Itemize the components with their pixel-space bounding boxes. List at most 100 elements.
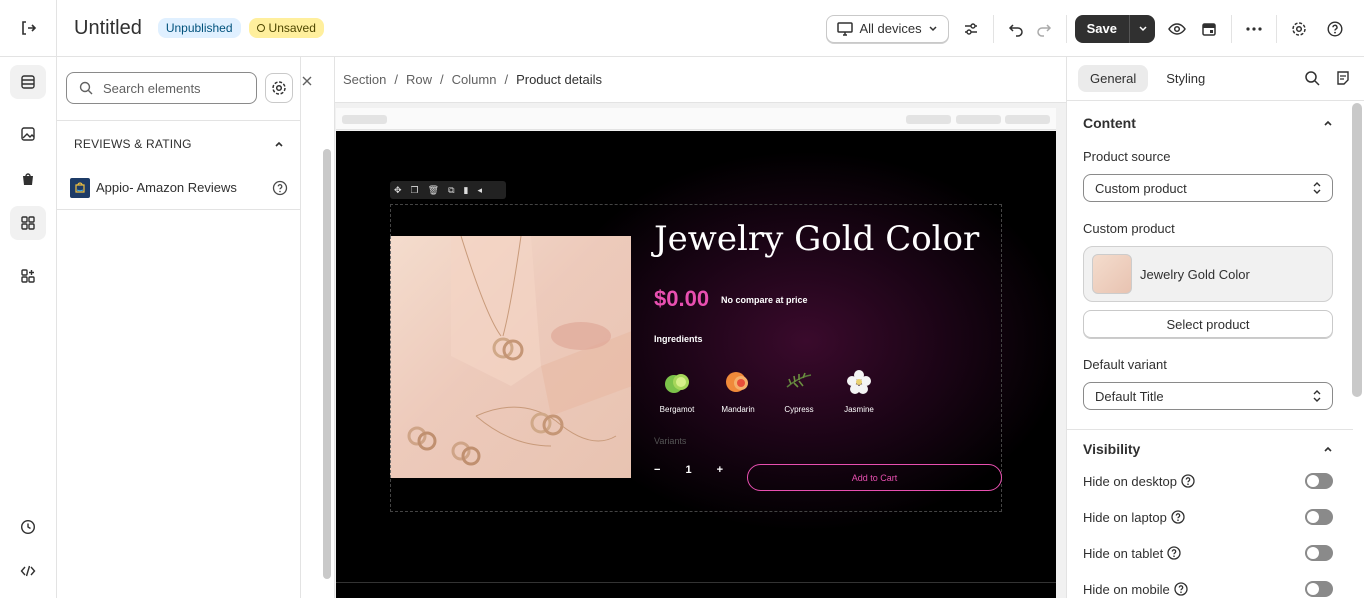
quantity-value[interactable]: 1 bbox=[685, 464, 691, 476]
help-icon[interactable] bbox=[1167, 546, 1181, 560]
search-icon[interactable] bbox=[1304, 70, 1320, 86]
elements-settings-button[interactable] bbox=[265, 73, 293, 103]
visibility-row-laptop: Hide on laptop bbox=[1083, 509, 1333, 525]
eye-icon bbox=[1168, 22, 1186, 35]
scrollbar[interactable] bbox=[323, 149, 331, 579]
product-price: $0.00 bbox=[654, 286, 710, 311]
decrease-quantity-button[interactable]: − bbox=[654, 464, 660, 476]
add-to-cart-button[interactable]: Add to Cart bbox=[747, 464, 1002, 491]
breadcrumb-row[interactable]: Row bbox=[406, 72, 432, 87]
visibility-section-header[interactable]: Visibility bbox=[1083, 441, 1333, 457]
section-header-reviews[interactable]: REVIEWS & RATING bbox=[57, 120, 301, 166]
note-icon[interactable] bbox=[1335, 70, 1351, 86]
exit-icon bbox=[22, 21, 37, 35]
page-title[interactable]: Untitled bbox=[74, 17, 142, 40]
settings-panel: General Styling Content Product source C… bbox=[1066, 57, 1364, 598]
ingredient-label: Bergamot bbox=[659, 405, 695, 414]
hide-tablet-toggle[interactable] bbox=[1305, 545, 1333, 561]
select-arrows-icon bbox=[1313, 182, 1321, 194]
select-product-button[interactable]: Select product bbox=[1083, 310, 1333, 338]
save-button[interactable]: Save bbox=[1075, 21, 1129, 36]
product-title[interactable]: Jewelry Gold Color bbox=[654, 219, 979, 259]
redo-button[interactable] bbox=[1030, 15, 1058, 43]
redo-icon bbox=[1036, 23, 1051, 37]
tab-general[interactable]: General bbox=[1078, 65, 1149, 92]
hide-desktop-toggle[interactable] bbox=[1305, 473, 1333, 489]
more-actions-button[interactable] bbox=[1240, 15, 1268, 43]
grid-icon bbox=[21, 216, 35, 230]
rail-shop-button[interactable] bbox=[10, 162, 46, 196]
rail-apps-button[interactable] bbox=[10, 259, 46, 293]
hide-mobile-toggle[interactable] bbox=[1305, 581, 1333, 597]
toggle-label: Hide on desktop bbox=[1083, 473, 1177, 489]
visibility-heading: Visibility bbox=[1083, 441, 1141, 457]
exit-button[interactable] bbox=[0, 0, 57, 57]
copy-icon[interactable]: ⧉ bbox=[448, 185, 454, 196]
placeholder-bar bbox=[1005, 115, 1050, 124]
product-source-value: Custom product bbox=[1095, 180, 1187, 196]
search-placeholder: Search elements bbox=[103, 80, 201, 96]
divider bbox=[336, 582, 1056, 583]
breadcrumb: Section / Row / Column / Product details bbox=[335, 57, 1066, 103]
caret-left-icon[interactable]: ◂ bbox=[477, 185, 482, 196]
ingredient-item: Mandarin bbox=[713, 369, 763, 414]
increase-quantity-button[interactable]: + bbox=[717, 464, 723, 476]
gear-icon bbox=[1292, 21, 1306, 36]
rail-elements-button[interactable] bbox=[10, 206, 46, 240]
hide-laptop-toggle[interactable] bbox=[1305, 509, 1333, 525]
breadcrumb-column[interactable]: Column bbox=[452, 72, 497, 87]
image-icon bbox=[21, 127, 35, 141]
collapsed-panel-edge bbox=[301, 57, 335, 598]
status-badge-published: Unpublished bbox=[157, 18, 241, 38]
rail-code-button[interactable] bbox=[10, 554, 46, 588]
placeholder-bar bbox=[956, 115, 1001, 124]
rail-media-button[interactable] bbox=[10, 117, 46, 151]
trash-icon[interactable]: ▮ bbox=[464, 185, 469, 196]
variants-label: Variants bbox=[654, 436, 687, 446]
device-selector[interactable]: All devices bbox=[826, 14, 949, 43]
jewelry-photo bbox=[407, 236, 631, 466]
save-options-button[interactable] bbox=[1129, 14, 1155, 43]
divider bbox=[992, 14, 994, 43]
unsaved-dot-icon bbox=[256, 24, 265, 32]
settings-tabs: General Styling bbox=[1067, 57, 1364, 101]
monitor-icon bbox=[837, 21, 854, 36]
help-button[interactable] bbox=[1321, 15, 1349, 43]
rail-layers-button[interactable] bbox=[10, 65, 46, 99]
app-settings-button[interactable] bbox=[1285, 15, 1313, 43]
help-icon[interactable] bbox=[1181, 474, 1195, 488]
default-variant-label: Default variant bbox=[1083, 357, 1167, 372]
content-section-header[interactable]: Content bbox=[1083, 115, 1333, 131]
duplicate-icon[interactable]: ❐ bbox=[411, 185, 419, 196]
close-icon[interactable] bbox=[301, 75, 313, 87]
sliders-icon bbox=[964, 22, 977, 35]
status-badge-saved: Unsaved bbox=[248, 18, 324, 38]
product-source-select[interactable]: Custom product bbox=[1083, 174, 1333, 202]
custom-product-card[interactable]: Jewelry Gold Color bbox=[1083, 246, 1333, 302]
rail-history-button[interactable] bbox=[10, 510, 46, 544]
scrollbar[interactable] bbox=[1352, 103, 1362, 397]
chevron-up-icon bbox=[1324, 446, 1332, 452]
help-icon[interactable] bbox=[1174, 582, 1188, 596]
move-icon[interactable]: ✥ bbox=[394, 185, 402, 196]
breadcrumb-separator: / bbox=[504, 72, 509, 87]
product-image[interactable] bbox=[390, 236, 631, 478]
undo-icon bbox=[1008, 23, 1023, 37]
delete-icon[interactable]: 🗑 bbox=[428, 185, 439, 196]
custom-product-label: Custom product bbox=[1083, 221, 1175, 236]
breadcrumb-section[interactable]: Section bbox=[343, 72, 386, 87]
default-variant-select[interactable]: Default Title bbox=[1083, 382, 1333, 410]
help-icon[interactable] bbox=[1171, 510, 1185, 524]
preview-button[interactable] bbox=[1163, 15, 1191, 43]
app-name: Appio- Amazon Reviews bbox=[96, 180, 237, 195]
product-section[interactable]: ✥ ❐ 🗑 ⧉ ▮ ◂ Jewelry Gold Color $0.00 No … bbox=[336, 131, 1056, 598]
publish-button[interactable] bbox=[1195, 15, 1223, 43]
gear-icon bbox=[272, 81, 286, 95]
help-icon[interactable] bbox=[272, 180, 288, 196]
store-icon bbox=[1202, 22, 1216, 36]
tab-styling[interactable]: Styling bbox=[1154, 65, 1217, 92]
search-input[interactable]: Search elements bbox=[66, 72, 257, 104]
settings-sliders-button[interactable] bbox=[957, 15, 985, 43]
app-element-appio[interactable]: Appio- Amazon Reviews bbox=[57, 166, 301, 210]
undo-button[interactable] bbox=[1002, 15, 1030, 43]
